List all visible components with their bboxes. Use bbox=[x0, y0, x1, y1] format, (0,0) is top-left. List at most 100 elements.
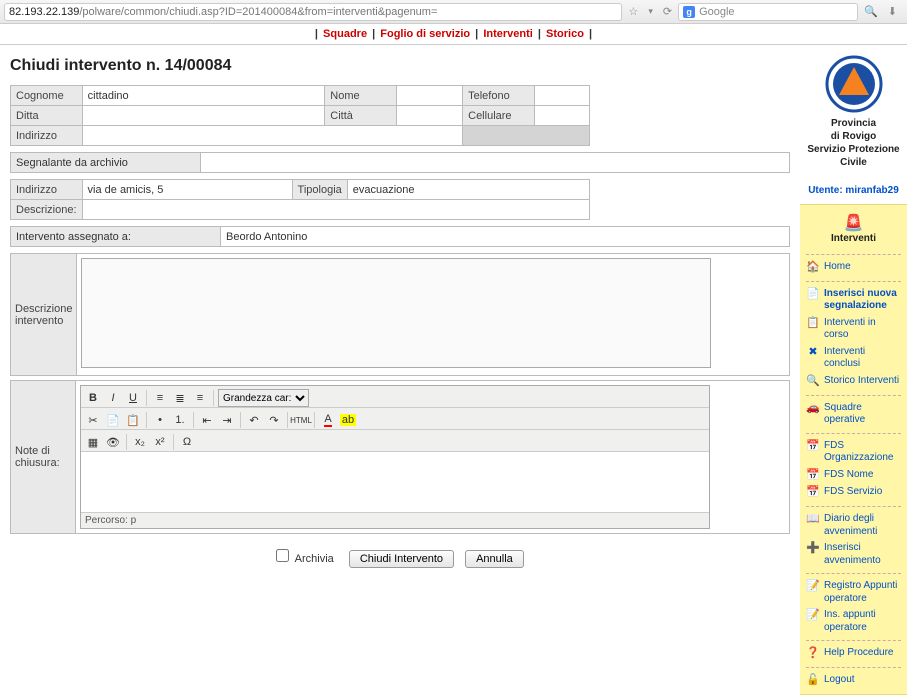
search-placeholder: Google bbox=[699, 6, 734, 18]
redo-icon[interactable]: ↷ bbox=[265, 411, 283, 429]
archivia-checkbox-label[interactable]: Archivia bbox=[272, 553, 337, 565]
sidebar-item-storico[interactable]: 🔍Storico Interventi bbox=[800, 373, 907, 391]
sidebar-item-fds-servizio[interactable]: 📅FDS Servizio bbox=[800, 484, 907, 502]
undo-icon[interactable]: ↶ bbox=[245, 411, 263, 429]
sidebar-item-ins-app[interactable]: 📝Ins. appunti operatore bbox=[800, 607, 907, 636]
url-bar[interactable]: 82.193.22.139/polware/common/chiudi.asp?… bbox=[4, 3, 622, 21]
sidebar-item-ins-avv[interactable]: ➕Inserisci avvenimento bbox=[800, 540, 907, 569]
telefono-field[interactable] bbox=[534, 86, 589, 106]
ditta-field[interactable] bbox=[82, 106, 325, 126]
sidebar-item-incorso[interactable]: 📋Interventi in corso bbox=[800, 315, 907, 344]
archivia-checkbox[interactable] bbox=[276, 549, 289, 562]
download-icon[interactable]: ⬇ bbox=[888, 5, 897, 18]
chiudi-intervento-button[interactable]: Chiudi Intervento bbox=[349, 550, 454, 568]
desc-intervento-label: Descrizione intervento bbox=[11, 254, 77, 376]
sidebar-item-fds-nome[interactable]: 📅FDS Nome bbox=[800, 467, 907, 485]
sidebar-item-home[interactable]: 🏠Home bbox=[800, 259, 907, 277]
align-left-icon[interactable]: ≡ bbox=[151, 389, 169, 407]
cut-icon[interactable]: ✂ bbox=[84, 411, 102, 429]
top-nav: | Squadre | Foglio di servizio | Interve… bbox=[0, 24, 907, 45]
segnalante-row: Segnalante da archivio bbox=[10, 152, 790, 173]
desc-intervento-block: Descrizione intervento bbox=[10, 253, 790, 376]
indent-icon[interactable]: ⇥ bbox=[218, 411, 236, 429]
search-icon[interactable]: 🔍 bbox=[864, 5, 878, 18]
telefono-label: Telefono bbox=[463, 86, 535, 106]
sidebar-item-conclusi[interactable]: ✖Interventi conclusi bbox=[800, 344, 907, 373]
ditta-label: Ditta bbox=[11, 106, 83, 126]
bgcolor-icon[interactable]: ab bbox=[339, 411, 357, 429]
fontsize-select[interactable]: Grandezza car: bbox=[218, 389, 309, 407]
bold-icon[interactable]: B bbox=[84, 389, 102, 407]
annulla-button[interactable]: Annulla bbox=[465, 550, 524, 568]
dropdown-icon[interactable]: ▾ bbox=[648, 6, 653, 17]
editor-toolbar-2: ✂ 📄 📋 • 1. ⇤ ⇥ ↶ ↷ bbox=[81, 408, 709, 430]
align-right-icon[interactable]: ≡ bbox=[191, 389, 209, 407]
sidebar-head: 🚨 Interventi bbox=[800, 209, 907, 250]
sidebar-item-inserisci-nuova[interactable]: 📄Inserisci nuova segnalazione bbox=[800, 286, 907, 315]
preview-icon[interactable]: 👁 bbox=[104, 433, 122, 451]
sidebar-item-fds-org[interactable]: 📅FDS Organizzazione bbox=[800, 438, 907, 467]
cellulare-field[interactable] bbox=[534, 106, 589, 126]
url-path: /polware/common/chiudi.asp?ID=201400084&… bbox=[79, 6, 437, 18]
cognome-field[interactable]: cittadino bbox=[82, 86, 325, 106]
bottom-actions: Archivia Chiudi Intervento Annulla bbox=[10, 534, 790, 580]
page-title: Chiudi intervento n. 14/00084 bbox=[10, 57, 790, 75]
tipologia-label: Tipologia bbox=[292, 180, 347, 200]
html-icon[interactable]: HTML bbox=[292, 411, 310, 429]
logout-icon: 🔓 bbox=[806, 674, 820, 688]
doc-icon: 📄 bbox=[806, 288, 820, 302]
tipologia-field[interactable]: evacuazione bbox=[347, 180, 589, 200]
sidebar-item-diario[interactable]: 📖Diario degli avvenimenti bbox=[800, 511, 907, 540]
align-center-icon[interactable]: ≣ bbox=[171, 389, 189, 407]
bullet-list-icon[interactable]: • bbox=[151, 411, 169, 429]
segnalante-field[interactable] bbox=[201, 153, 790, 173]
nav-interventi[interactable]: Interventi bbox=[483, 28, 533, 40]
cal-icon: 📅 bbox=[806, 469, 820, 483]
descrizione-field[interactable] bbox=[82, 200, 589, 220]
nome-field[interactable] bbox=[396, 86, 462, 106]
textcolor-icon[interactable]: A bbox=[319, 411, 337, 429]
citta-field[interactable] bbox=[396, 106, 462, 126]
nome-label: Nome bbox=[325, 86, 397, 106]
paste-icon[interactable]: 📋 bbox=[124, 411, 142, 429]
assegnato-row: Intervento assegnato a: Beordo Antonino bbox=[10, 226, 790, 247]
url-host: 82.193.22.139 bbox=[9, 6, 79, 18]
sidebar-item-squadre[interactable]: 🚗Squadre operative bbox=[800, 400, 907, 429]
editor-body[interactable] bbox=[81, 452, 709, 512]
indirizzo1-grey bbox=[463, 126, 590, 146]
indirizzo2-field[interactable]: via de amicis, 5 bbox=[82, 180, 292, 200]
assegnato-label: Intervento assegnato a: bbox=[11, 227, 221, 247]
nav-squadre[interactable]: Squadre bbox=[323, 28, 367, 40]
form-intervento: Indirizzo via de amicis, 5 Tipologia eva… bbox=[10, 179, 590, 220]
omega-icon[interactable]: Ω bbox=[178, 433, 196, 451]
superscript-icon[interactable]: x² bbox=[151, 433, 169, 451]
desc-intervento-textarea[interactable] bbox=[81, 258, 711, 368]
reload-icon[interactable]: ⟳ bbox=[663, 5, 672, 18]
sidebar-item-logout[interactable]: 🔓Logout bbox=[800, 672, 907, 690]
sidebar-item-help[interactable]: ❓Help Procedure bbox=[800, 645, 907, 663]
nav-storico[interactable]: Storico bbox=[546, 28, 584, 40]
browser-chrome: 82.193.22.139/polware/common/chiudi.asp?… bbox=[0, 0, 907, 24]
underline-icon[interactable]: U bbox=[124, 389, 142, 407]
assegnato-field[interactable]: Beordo Antonino bbox=[221, 227, 790, 247]
star-icon[interactable]: ☆ bbox=[628, 5, 638, 18]
italic-icon[interactable]: I bbox=[104, 389, 122, 407]
sidebar-item-registro[interactable]: 📝Registro Appunti operatore bbox=[800, 578, 907, 607]
browser-toolbar-icons: ☆ ▾ ⟳ bbox=[622, 5, 678, 18]
sidebar-panel: 🚨 Interventi 🏠Home 📄Inserisci nuova segn… bbox=[800, 204, 907, 695]
nav-foglio[interactable]: Foglio di servizio bbox=[380, 28, 470, 40]
indirizzo2-label: Indirizzo bbox=[11, 180, 83, 200]
indirizzo1-field[interactable] bbox=[82, 126, 462, 146]
number-list-icon[interactable]: 1. bbox=[171, 411, 189, 429]
book-icon: 📖 bbox=[806, 513, 820, 527]
protezione-civile-logo bbox=[825, 55, 883, 113]
outdent-icon[interactable]: ⇤ bbox=[198, 411, 216, 429]
cognome-label: Cognome bbox=[11, 86, 83, 106]
subscript-icon[interactable]: x₂ bbox=[131, 433, 149, 451]
browser-search[interactable]: g Google bbox=[678, 3, 858, 21]
citta-label: Città bbox=[325, 106, 397, 126]
browser-right-icons: 🔍 ⬇ bbox=[858, 5, 903, 18]
copy-icon[interactable]: 📄 bbox=[104, 411, 122, 429]
table-icon[interactable]: ▦ bbox=[84, 433, 102, 451]
segnalante-label: Segnalante da archivio bbox=[11, 153, 201, 173]
